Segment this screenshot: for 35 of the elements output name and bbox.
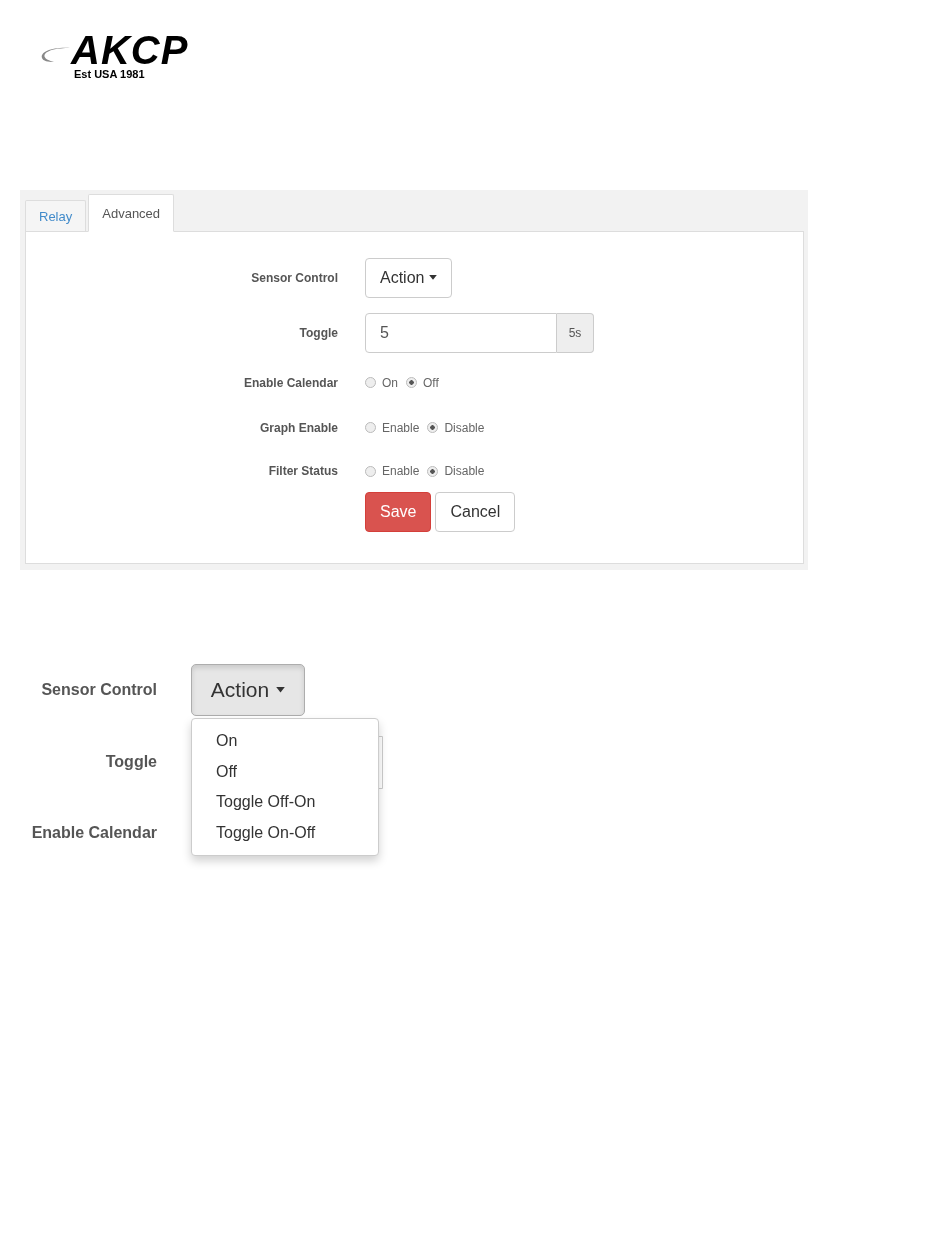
menu-item[interactable]: Toggle Off-On [192, 787, 378, 818]
menu-item[interactable]: Toggle On-Off [192, 817, 378, 848]
radio-icon[interactable] [365, 377, 376, 388]
menu-item[interactable]: Off [192, 756, 378, 787]
menu-item[interactable]: On [192, 726, 378, 757]
radio-icon[interactable] [427, 422, 439, 433]
toggle-input[interactable]: 5 [365, 312, 557, 353]
field-label: Graph Enable [259, 420, 338, 435]
radio-option[interactable]: Off [406, 375, 439, 390]
radio-option[interactable]: On [365, 375, 398, 390]
field-label: Enable Calendar [243, 375, 338, 390]
field-label: Toggle [299, 325, 338, 340]
radio-option[interactable]: Enable [365, 420, 420, 435]
radio-option[interactable]: Disable [427, 464, 485, 478]
logo-wordmark: AKCP [71, 32, 189, 68]
tab[interactable]: Advanced [88, 194, 175, 232]
radio-icon[interactable] [427, 465, 439, 477]
radio-option[interactable]: Enable [365, 464, 420, 478]
cancel-button[interactable]: Cancel [435, 492, 516, 532]
action-dropdown[interactable]: Action [365, 257, 453, 298]
radio-option[interactable]: Disable [427, 420, 485, 435]
unit-addon: 5s [557, 312, 594, 353]
field-label: Toggle [105, 753, 157, 771]
field-label: Enable Calendar [31, 824, 157, 842]
field-label: Sensor Control [41, 681, 157, 699]
caret-icon [276, 687, 286, 693]
field-label: Sensor Control [251, 270, 338, 285]
radio-icon[interactable] [406, 377, 417, 388]
field-label: Filter Status [268, 464, 338, 478]
save-button[interactable]: Save [365, 492, 432, 532]
radio-icon[interactable] [365, 465, 376, 477]
logo-tagline: Est USA 1981 [74, 68, 145, 80]
action-dropdown[interactable]: Action [191, 664, 305, 716]
caret-icon [429, 275, 438, 280]
radio-icon[interactable] [365, 422, 376, 433]
